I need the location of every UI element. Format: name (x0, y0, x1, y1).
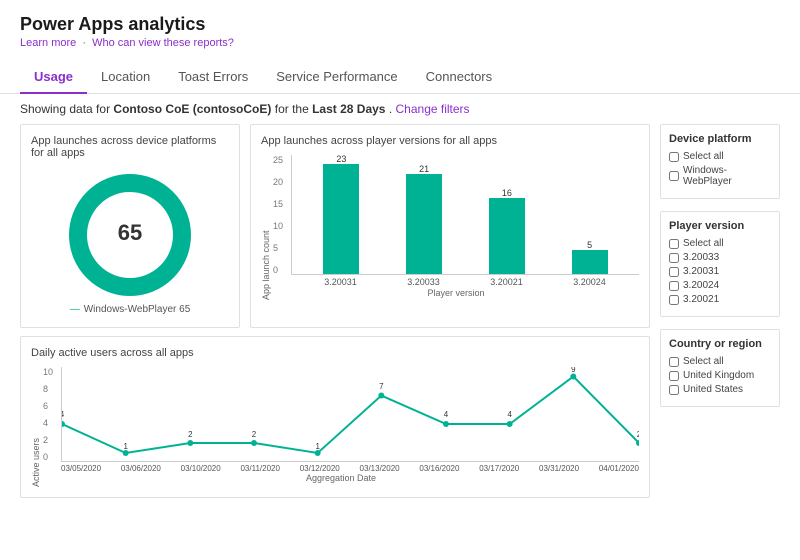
svg-text:4: 4 (62, 410, 65, 419)
line-x-labels: 03/05/2020 03/06/2020 03/10/2020 03/11/2… (61, 462, 639, 473)
tab-service-performance[interactable]: Service Performance (262, 61, 411, 94)
country-region-title: Country or region (669, 338, 771, 350)
svg-text:2: 2 (637, 430, 639, 439)
player-select-all[interactable]: Select all (669, 238, 771, 249)
bar-4 (572, 250, 608, 274)
dot-8 (507, 421, 513, 427)
dot-6 (378, 393, 384, 399)
top-charts: App launches across device platforms for… (20, 124, 650, 328)
svg-text:2: 2 (188, 430, 193, 439)
dot-7 (443, 421, 449, 427)
donut-chart-card: App launches across device platforms for… (20, 124, 240, 328)
player-3-20024-checkbox[interactable] (669, 281, 679, 291)
bar-1 (323, 164, 359, 274)
player-3-20024[interactable]: 3.20024 (669, 280, 771, 291)
player-3-20021-checkbox[interactable] (669, 295, 679, 305)
country-select-all-checkbox[interactable] (669, 357, 679, 367)
change-filters-link[interactable]: Change filters (396, 102, 470, 116)
filter-bar: Showing data for Contoso CoE (contosoCoE… (0, 94, 800, 124)
line-polyline (62, 377, 639, 454)
player-version-title: Player version (669, 220, 771, 232)
country-uk-checkbox[interactable] (669, 371, 679, 381)
bar-group-3: 16 (489, 188, 525, 274)
donut-chart-title: App launches across device platforms for… (31, 135, 229, 159)
tab-bar: Usage Location Toast Errors Service Perf… (0, 53, 800, 94)
device-platform-filter: Device platform Select all Windows-WebPl… (660, 124, 780, 199)
bar-chart-card: App launches across player versions for … (250, 124, 650, 328)
period-label: Last 28 Days (312, 102, 385, 116)
country-region-filter: Country or region Select all United King… (660, 329, 780, 407)
device-platform-title: Device platform (669, 133, 771, 145)
bar-x-labels: 3.200313.200333.200213.20024 (291, 275, 639, 287)
bar-3 (489, 198, 525, 274)
player-3-20033[interactable]: 3.20033 (669, 252, 771, 263)
tab-usage[interactable]: Usage (20, 61, 87, 94)
device-windows-webplayer-checkbox[interactable] (669, 171, 679, 181)
bar-chart-bars: 23 21 16 5 (291, 155, 639, 275)
player-select-all-checkbox[interactable] (669, 239, 679, 249)
learn-more-bar: Learn more · Who can view these reports? (20, 37, 780, 49)
line-chart-title: Daily active users across all apps (31, 347, 639, 359)
player-3-20031-checkbox[interactable] (669, 267, 679, 277)
country-us[interactable]: United States (669, 384, 771, 395)
line-chart-card: Daily active users across all apps Activ… (20, 336, 650, 498)
svg-text:1: 1 (315, 442, 320, 451)
line-svg-container: 4 1 2 2 1 7 4 4 9 2 (61, 367, 639, 462)
svg-text:9: 9 (571, 367, 576, 374)
line-y-axis: 1086420 (43, 367, 53, 462)
donut-chart-container: 65 Windows-WebPlayer 65 (31, 167, 229, 317)
page-title: Power Apps analytics (20, 14, 780, 35)
svg-text:4: 4 (444, 410, 449, 419)
dot-4 (251, 440, 257, 446)
sidebar: Device platform Select all Windows-WebPl… (660, 124, 780, 498)
org-name: Contoso CoE (contosoCoE) (113, 102, 271, 116)
line-x-axis-title: Aggregation Date (43, 473, 639, 483)
device-select-all[interactable]: Select all (669, 151, 771, 162)
tab-toast-errors[interactable]: Toast Errors (164, 61, 262, 94)
device-windows-webplayer[interactable]: Windows-WebPlayer (669, 165, 771, 187)
bar-x-axis-title: Player version (273, 288, 639, 298)
donut-svg: 65 (65, 170, 195, 300)
country-us-checkbox[interactable] (669, 385, 679, 395)
bar-chart-inner: 2520151050 23 21 (273, 155, 639, 300)
svg-text:4: 4 (507, 410, 512, 419)
line-chart-area: 1086420 (43, 367, 639, 487)
dot-3 (187, 440, 193, 446)
charts-area: App launches across device platforms for… (20, 124, 650, 498)
main-content: App launches across device platforms for… (0, 124, 800, 498)
player-version-filter: Player version Select all 3.20033 3.2003… (660, 211, 780, 317)
who-can-view-link[interactable]: Who can view these reports? (92, 37, 234, 49)
player-3-20021[interactable]: 3.20021 (669, 294, 771, 305)
bar-group-1: 23 (323, 154, 359, 274)
player-3-20033-checkbox[interactable] (669, 253, 679, 263)
tab-connectors[interactable]: Connectors (412, 61, 506, 94)
svg-text:7: 7 (379, 382, 384, 391)
bar-y-axis-label: App launch count (261, 155, 271, 300)
line-y-axis-label: Active users (31, 367, 41, 487)
bar-y-axis: 2520151050 (273, 155, 285, 275)
donut-legend: Windows-WebPlayer 65 (70, 304, 191, 315)
tab-location[interactable]: Location (87, 61, 164, 94)
bar-2 (406, 174, 442, 274)
bar-chart-title: App launches across player versions for … (261, 135, 639, 147)
svg-text:65: 65 (118, 220, 142, 245)
country-uk[interactable]: United Kingdom (669, 370, 771, 381)
bar-group-2: 21 (406, 164, 442, 274)
line-svg: 4 1 2 2 1 7 4 4 9 2 (62, 367, 639, 462)
dot-9 (570, 374, 576, 380)
country-select-all[interactable]: Select all (669, 356, 771, 367)
device-select-all-checkbox[interactable] (669, 152, 679, 162)
bar-group-4: 5 (572, 240, 608, 274)
svg-text:1: 1 (123, 442, 128, 451)
svg-text:2: 2 (252, 430, 257, 439)
player-3-20031[interactable]: 3.20031 (669, 266, 771, 277)
learn-more-link[interactable]: Learn more (20, 37, 76, 49)
